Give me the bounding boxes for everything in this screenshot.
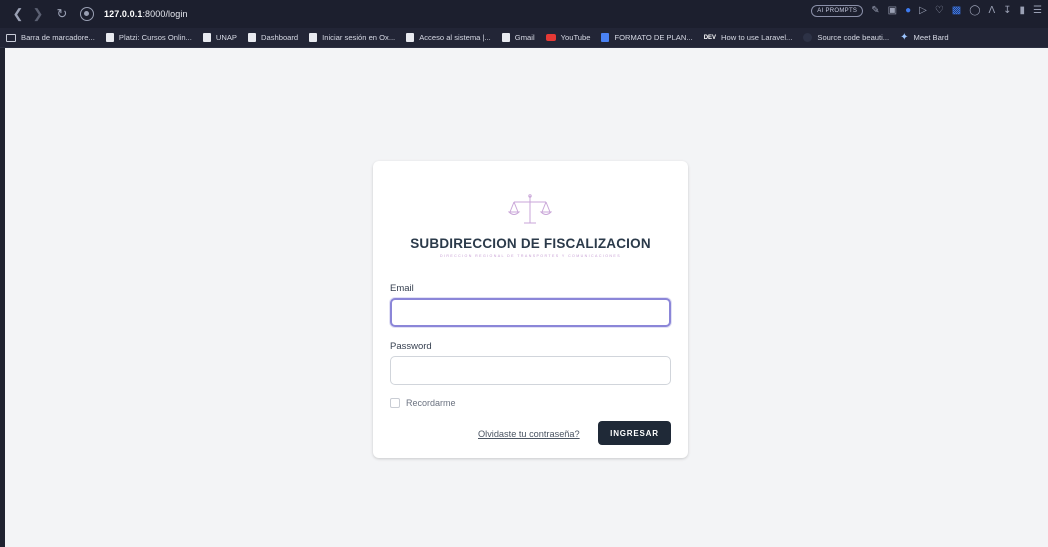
login-button[interactable]: INGRESAR [598, 421, 671, 445]
circle-icon [803, 33, 813, 42]
dev-icon: DEV [703, 34, 717, 41]
folder-icon [6, 33, 16, 42]
password-field[interactable] [390, 356, 671, 385]
heart-icon[interactable]: ♡ [935, 6, 944, 16]
profile-icon[interactable]: Λ [988, 6, 995, 16]
extensions-icon[interactable]: ◯ [969, 6, 980, 16]
bookmark-laravel[interactable]: DEV How to use Laravel... [704, 33, 793, 42]
forgot-password-link[interactable]: Olvidaste tu contraseña? [478, 429, 580, 439]
bookmark-meet-bard[interactable]: ✦ Meet Bard [900, 32, 948, 43]
login-card: SUBDIRECCION DE FISCALIZACION DIRECCION … [373, 161, 688, 458]
battery-icon[interactable]: ▮ [1020, 6, 1026, 16]
bookmark-platzi[interactable]: Platzi: Cursos Onlin... [105, 33, 192, 42]
docs-icon [601, 33, 610, 42]
youtube-icon [545, 34, 556, 41]
page-icon [105, 33, 114, 42]
edit-icon[interactable]: ✎ [871, 6, 879, 16]
bookmark-youtube[interactable]: YouTube [545, 33, 591, 42]
bookmark-formato-plan[interactable]: FORMATO DE PLAN... [601, 33, 693, 42]
bookmark-label: Barra de marcadore... [21, 33, 95, 42]
bookmarks-bar: Barra de marcadore... Platzi: Cursos Onl… [0, 28, 1048, 48]
remember-me: Recordarme [390, 398, 456, 408]
org-subtitle: DIRECCION REGIONAL DE TRANSPORTES Y COMU… [439, 254, 622, 258]
download-icon[interactable]: ↧ [1003, 6, 1011, 16]
bookmark-label: Platzi: Cursos Onlin... [118, 33, 192, 42]
play-icon[interactable]: ▷ [919, 6, 927, 16]
page-viewport: SUBDIRECCION DE FISCALIZACION DIRECCION … [5, 48, 1048, 547]
shield-icon[interactable]: ● [905, 6, 911, 16]
bookmark-iniciar-sesion[interactable]: Iniciar sesión en Ox... [309, 33, 395, 42]
email-label: Email [390, 283, 414, 294]
bookmark-label: Dashboard [261, 33, 299, 42]
bookmark-label: Source code beauti... [817, 33, 890, 42]
bookmark-label: YouTube [560, 33, 591, 42]
bookmark-dashboard[interactable]: Dashboard [248, 33, 298, 42]
page-icon [501, 33, 510, 42]
menu-icon[interactable]: ☰ [1033, 6, 1042, 16]
forward-icon[interactable]: ❯ [28, 6, 48, 22]
sparkle-icon: ✦ [900, 32, 909, 43]
page-icon [309, 33, 318, 42]
reload-icon[interactable]: ↻ [52, 6, 72, 22]
bookmark-source-code[interactable]: Source code beauti... [803, 33, 889, 42]
address-bar[interactable]: 127.0.0.1:8000/login [104, 9, 188, 19]
bookmark-label: How to use Laravel... [721, 33, 793, 42]
bookmark-label: FORMATO DE PLAN... [614, 33, 693, 42]
org-title: SUBDIRECCION DE FISCALIZACION [410, 236, 651, 251]
url-path: :8000/login [142, 9, 188, 19]
remember-label: Recordarme [406, 398, 456, 408]
toolbar-actions: AI PROMPTS ✎ ▣ ● ▷ ♡ ▩ ◯ Λ ↧ ▮ ☰ [811, 5, 1042, 17]
remember-checkbox[interactable] [390, 398, 400, 408]
site-info-icon[interactable] [80, 7, 94, 21]
bookmark-folder[interactable]: Barra de marcadore... [6, 33, 95, 42]
password-label: Password [390, 341, 432, 352]
url-host: 127.0.0.1 [104, 9, 143, 19]
browser-toolbar: ❮ ❯ ↻ 127.0.0.1:8000/login AI PROMPTS ✎ … [0, 0, 1048, 28]
scales-logo-icon [508, 194, 552, 224]
email-field[interactable] [390, 298, 671, 327]
back-icon[interactable]: ❮ [8, 6, 28, 22]
screenshot-icon[interactable]: ▣ [888, 6, 897, 16]
translate-icon[interactable]: ▩ [952, 6, 961, 16]
ai-prompts-button[interactable]: AI PROMPTS [811, 5, 864, 17]
bookmark-label: Meet Bard [913, 33, 949, 42]
page-icon [406, 33, 415, 42]
page-icon [202, 33, 211, 42]
page-icon [248, 33, 256, 42]
bookmark-label: UNAP [215, 33, 237, 42]
bookmark-label: Gmail [514, 33, 535, 42]
bookmark-label: Iniciar sesión en Ox... [322, 33, 396, 42]
bookmark-gmail[interactable]: Gmail [501, 33, 535, 42]
bookmark-acceso-sistema[interactable]: Acceso al sistema |... [406, 33, 491, 42]
bookmark-unap[interactable]: UNAP [202, 33, 237, 42]
bookmark-label: Acceso al sistema |... [419, 33, 491, 42]
